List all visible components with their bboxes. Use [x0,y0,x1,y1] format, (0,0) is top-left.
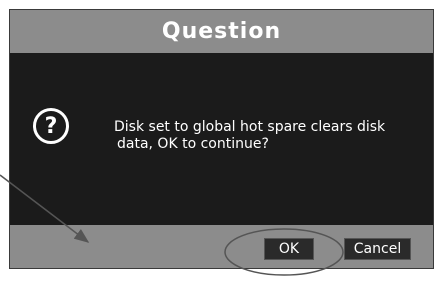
dialog-message: Disk set to global hot spare clears disk… [114,119,424,153]
dialog-message-line2: data, OK to continue? [117,136,269,152]
ok-button[interactable]: OK [264,238,314,260]
dialog-body: ? Disk set to global hot spare clears di… [10,53,433,225]
dialog-footer: OK Cancel [10,225,433,268]
question-mark-icon: ? [33,108,69,144]
dialog-message-line1: Disk set to global hot spare clears disk [114,119,386,135]
cancel-button[interactable]: Cancel [344,238,411,260]
dialog-title-bar: Question [10,10,433,53]
screenshot-stage: Question ? Disk set to global hot spare … [0,0,438,282]
question-dialog: Question ? Disk set to global hot spare … [9,9,434,269]
dialog-title: Question [161,19,282,44]
